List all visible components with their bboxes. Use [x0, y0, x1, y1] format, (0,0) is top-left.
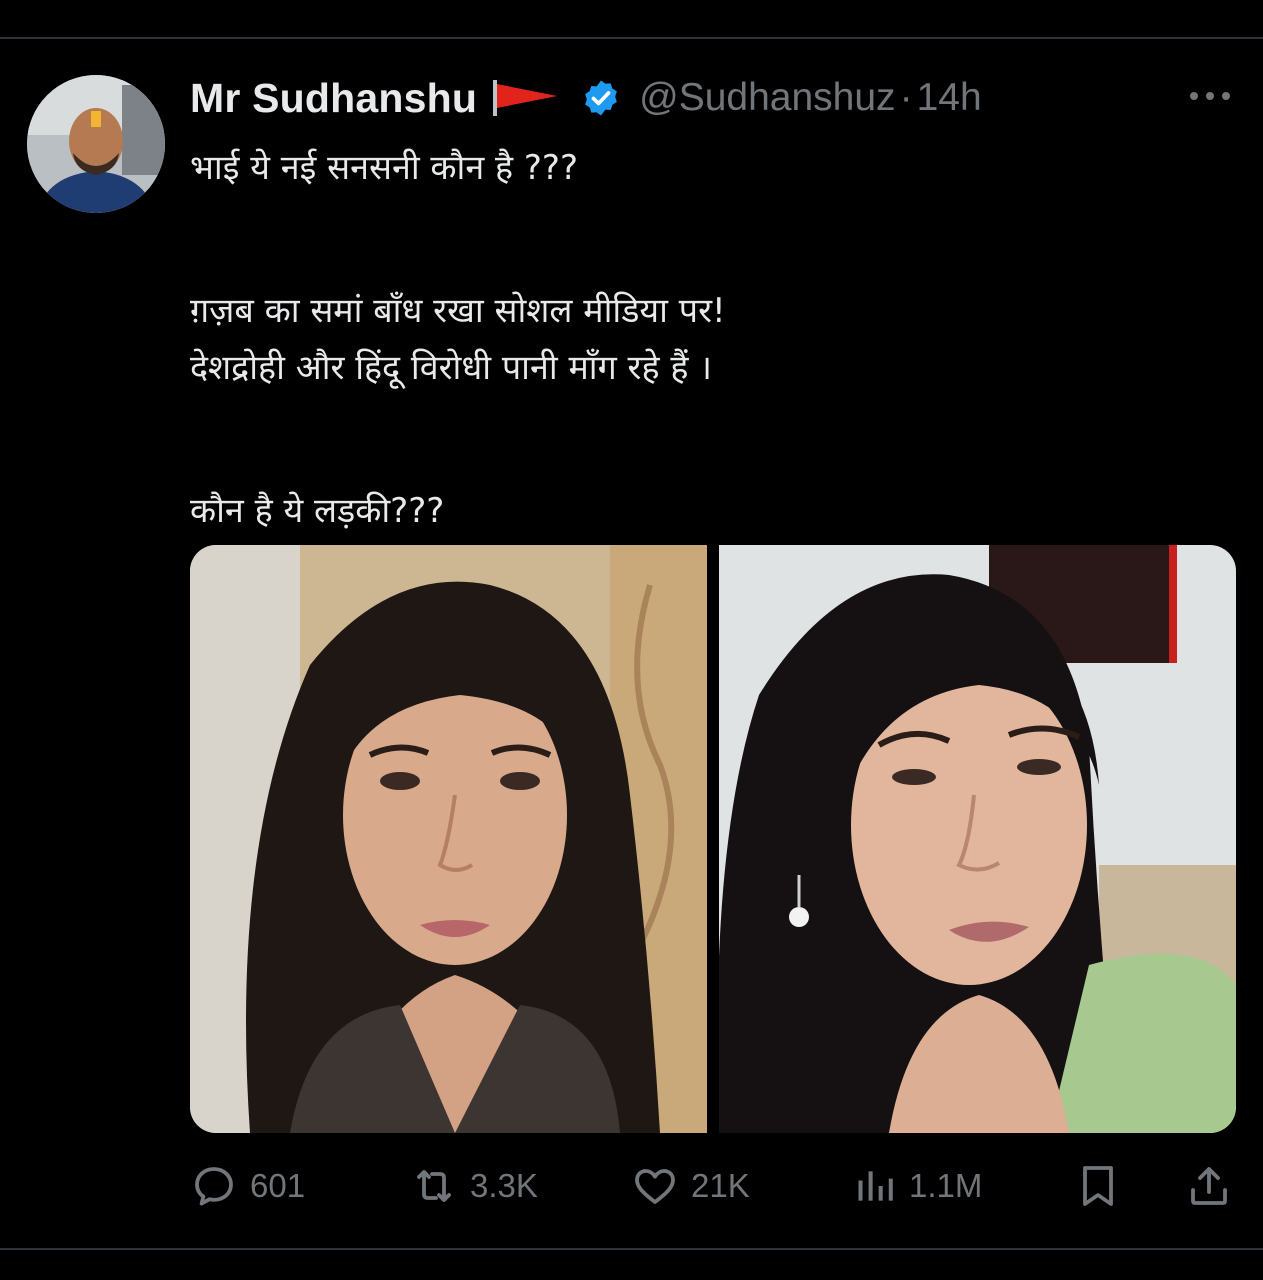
- divider-top: [0, 37, 1263, 39]
- tweet-action-bar: 601 3.3K 21K 1.1M: [190, 1160, 1235, 1212]
- like-count: 21K: [691, 1167, 750, 1204]
- share-button[interactable]: [1185, 1160, 1233, 1212]
- tweet-text-line: भाई ये नई सनसनी कौन है ???: [190, 148, 579, 188]
- reply-button[interactable]: 601: [190, 1160, 305, 1212]
- views-count: 1.1M: [909, 1167, 983, 1204]
- media-photo-left[interactable]: [190, 545, 707, 1133]
- views-button[interactable]: 1.1M: [853, 1160, 982, 1212]
- photo-left-image: [190, 545, 707, 1133]
- photo-right-image: [719, 545, 1236, 1133]
- avatar-image: [27, 75, 165, 213]
- retweet-button[interactable]: 3.3K: [410, 1160, 538, 1212]
- reply-count: 601: [250, 1167, 306, 1204]
- tweet-text-blank-line: [190, 197, 1230, 283]
- retweet-icon: [417, 1170, 451, 1202]
- heart-icon: [635, 1169, 675, 1204]
- reply-bubble-icon: [195, 1167, 233, 1206]
- bar-chart-icon: [858, 1171, 893, 1201]
- like-button[interactable]: 21K: [631, 1160, 750, 1212]
- tweet-text-blank-line: [190, 397, 1230, 483]
- share-icon: [1191, 1167, 1227, 1205]
- tweet-text-line: देशद्रोही और हिंदू विरोधी पानी माँग रहे …: [190, 348, 713, 388]
- separator-dot: ·: [899, 76, 913, 119]
- author-display-name[interactable]: Mr Sudhanshu: [190, 75, 477, 122]
- tweet-text: भाई ये नई सनसनी कौन है ??? ग़ज़ब का समां…: [190, 140, 1230, 540]
- tweet-text-line: ग़ज़ब का समां बाँध रखा सोशल मीडिया पर!: [190, 291, 726, 331]
- bookmark-icon: [1083, 1166, 1113, 1206]
- media-photo-right[interactable]: [719, 545, 1236, 1133]
- media-grid: [190, 545, 1236, 1133]
- bookmark-button[interactable]: [1074, 1160, 1122, 1212]
- verified-badge-icon: [581, 78, 621, 118]
- retweet-count: 3.3K: [470, 1167, 538, 1204]
- author-handle[interactable]: @Sudhanshuz: [639, 76, 895, 120]
- more-dots-icon[interactable]: [1186, 84, 1234, 108]
- divider-bottom: [0, 1248, 1263, 1250]
- flag-icon: [491, 78, 561, 118]
- avatar[interactable]: [27, 75, 165, 213]
- tweet-header: Mr Sudhanshu @Sudhanshuz · 14h: [190, 70, 982, 126]
- tweet-text-line: कौन है ये लड़की???: [190, 491, 445, 531]
- tweet-timestamp[interactable]: 14h: [917, 76, 982, 120]
